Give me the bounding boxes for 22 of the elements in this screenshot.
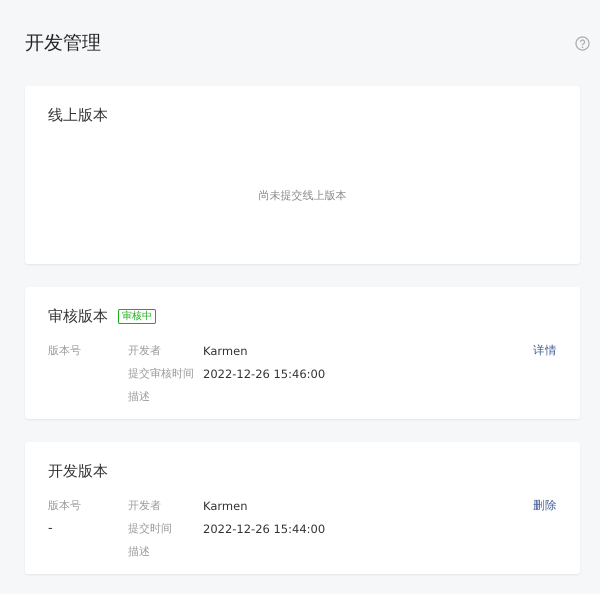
field-label: 提交时间 <box>128 521 173 536</box>
field-label: 版本号 <box>48 343 82 359</box>
field-label: 提交审核时间 <box>128 366 195 381</box>
field-label: 版本号 <box>48 498 82 514</box>
action-link[interactable]: 删除 <box>533 494 557 517</box>
help-icon[interactable] <box>575 36 590 50</box>
field-value: 2022-12-26 15:44:00 <box>203 522 326 536</box>
section-title: 线上版本 <box>48 106 108 124</box>
field-value: Karmen <box>203 498 248 512</box>
field-label: 描述 <box>128 544 151 559</box>
section-title: 开发版本 <box>48 462 108 480</box>
section-title: 审核版本 <box>48 306 108 326</box>
empty-message: 尚未提交线上版本 <box>258 188 346 202</box>
version-number: - <box>48 520 54 538</box>
action-link[interactable]: 详情 <box>533 339 557 362</box>
field-value: Karmen <box>203 344 248 358</box>
field-value: 2022-12-26 15:46:00 <box>203 366 326 380</box>
status-badge: 审核中 <box>118 308 156 324</box>
field-label: 开发者 <box>128 498 162 513</box>
page-title: 开发管理 <box>25 31 101 56</box>
field-label: 描述 <box>128 389 151 404</box>
field-label: 开发者 <box>128 343 162 358</box>
